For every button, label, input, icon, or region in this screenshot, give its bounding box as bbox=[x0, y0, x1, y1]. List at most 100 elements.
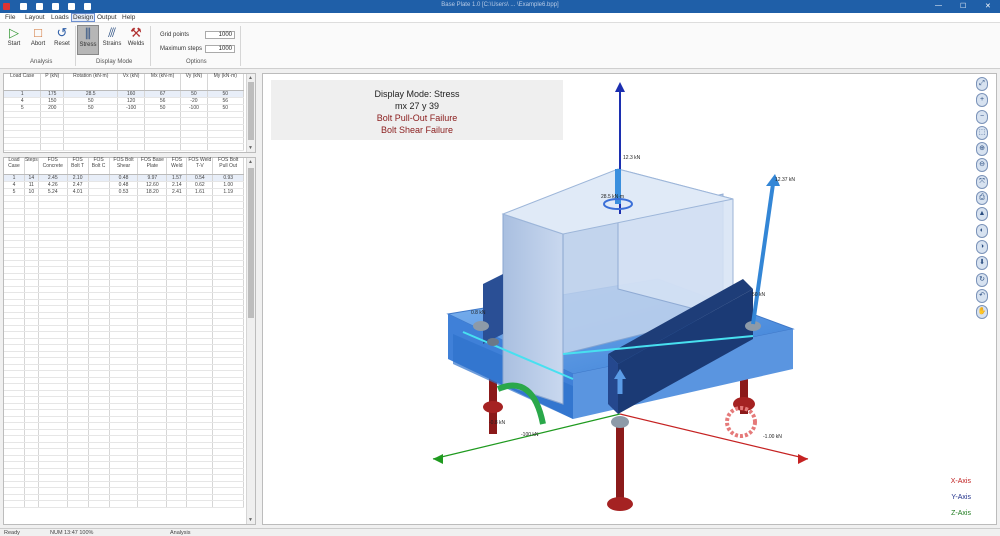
scroll-down-icon[interactable]: ▼ bbox=[248, 517, 253, 523]
scroll-down-icon[interactable]: ▼ bbox=[248, 145, 253, 151]
table-cell: 0.62 bbox=[186, 181, 214, 189]
table-cell bbox=[63, 143, 119, 151]
table-cell bbox=[207, 143, 244, 151]
table-cell: 67 bbox=[144, 90, 182, 98]
results-header: FOS Base Plate bbox=[137, 157, 168, 175]
table-cell: 10 bbox=[24, 188, 39, 196]
loads-header: Rotation (kN·m) bbox=[63, 73, 119, 91]
table-cell: 50 bbox=[144, 104, 182, 112]
scroll-up-icon[interactable]: ▲ bbox=[248, 159, 253, 165]
table-row[interactable] bbox=[4, 500, 244, 508]
table-cell: 0.54 bbox=[186, 174, 214, 182]
table-row[interactable]: 5 200 50 -100 50 -100 50 bbox=[4, 104, 244, 112]
table-cell: 50 bbox=[207, 104, 244, 112]
scroll-thumb[interactable] bbox=[248, 82, 254, 140]
legend-x-axis: X-Axis bbox=[950, 478, 971, 485]
maximize-button[interactable]: ☐ bbox=[960, 2, 966, 10]
table-row[interactable]: 4 150 50 120 56 -20 56 bbox=[4, 97, 244, 105]
menu-output[interactable]: Output bbox=[97, 14, 117, 21]
status-middle: NUM 13:47 100% bbox=[50, 530, 94, 536]
max-steps-input[interactable]: 1000 bbox=[205, 45, 235, 53]
table-cell bbox=[88, 181, 110, 189]
menu-layout[interactable]: Layout bbox=[25, 14, 45, 21]
scroll-up-icon[interactable]: ▲ bbox=[248, 75, 253, 81]
model-viewport[interactable]: Display Mode: Stress mx 27 y 39 Bolt Pul… bbox=[262, 73, 997, 525]
zoom-window-icon[interactable]: ⬚ bbox=[976, 125, 988, 140]
results-header: FOS Concrete bbox=[38, 157, 68, 175]
table-cell: 0.93 bbox=[212, 174, 244, 182]
results-table-scrollbar[interactable]: ▲ ▼ bbox=[246, 158, 255, 524]
menu-loads[interactable]: Loads bbox=[51, 14, 69, 21]
status-right: Analysis bbox=[170, 530, 191, 536]
table-cell: 1.57 bbox=[166, 174, 188, 182]
start-button[interactable]: ▷ Start bbox=[3, 25, 25, 55]
rotate-right-icon[interactable]: ◑ bbox=[976, 239, 988, 254]
force-top-label: 12.3 kN bbox=[623, 155, 641, 161]
loads-table: Load Case P (kN) Rotation (kN·m) Vx (kN) Mx … bbox=[4, 73, 244, 151]
left-value-label: 0.8 kN bbox=[471, 310, 486, 316]
table-cell: 9.97 bbox=[137, 174, 168, 182]
table-row[interactable]: 5 10 5.24 4.01 0.53 18.20 2.41 1.61 1.19 bbox=[4, 188, 244, 196]
menu-bar: File Layout Loads Design Output Help bbox=[0, 13, 1000, 23]
rotate-up-icon[interactable]: ▲ bbox=[976, 207, 988, 222]
spin-icon[interactable]: ↻ bbox=[976, 272, 988, 287]
table-cell: 5.24 bbox=[38, 188, 68, 196]
results-header: FOS Bolt T bbox=[67, 157, 89, 175]
table-cell: 5 bbox=[4, 104, 42, 112]
scroll-thumb[interactable] bbox=[248, 168, 254, 318]
table-row[interactable]: 4 11 4.26 2.47 0.48 12.60 2.14 0.62 1.00 bbox=[4, 181, 244, 189]
abort-button[interactable]: □ Abort bbox=[27, 25, 49, 55]
table-cell: 2.10 bbox=[67, 174, 89, 182]
strains-icon: ⫻ bbox=[108, 25, 116, 40]
menu-design[interactable]: Design bbox=[71, 13, 96, 22]
table-cell: 1 bbox=[4, 90, 42, 98]
grid-points-input[interactable]: 1000 bbox=[205, 31, 235, 39]
minimize-button[interactable]: — bbox=[935, 2, 942, 9]
stress-label: Stress bbox=[79, 42, 97, 48]
ribbon: ▷ Start □ Abort ↺ Reset Analysis ⫼ Stres… bbox=[0, 23, 1000, 69]
results-header: Load Case bbox=[4, 157, 25, 175]
loads-table-scrollbar[interactable]: ▲ ▼ bbox=[246, 74, 255, 152]
table-cell: 200 bbox=[40, 104, 65, 112]
pan-icon[interactable]: ✋ bbox=[976, 305, 988, 320]
table-cell: -100 bbox=[117, 104, 145, 112]
undo-view-icon[interactable]: ↶ bbox=[976, 288, 988, 303]
zoom-out-icon[interactable]: − bbox=[976, 109, 988, 124]
table-row[interactable]: 1 14 2.45 2.10 0.48 9.97 1.57 0.54 0.93 bbox=[4, 174, 244, 182]
right-small-label: 50 kN bbox=[752, 292, 765, 298]
rotate-left-icon[interactable]: ◐ bbox=[976, 223, 988, 238]
rotate-down-icon[interactable]: ⬇ bbox=[976, 256, 988, 271]
table-cell: -100 bbox=[180, 104, 208, 112]
table-cell: 18.20 bbox=[137, 188, 168, 196]
table-row[interactable] bbox=[4, 143, 244, 151]
play-icon: ▷ bbox=[9, 25, 19, 40]
welds-button[interactable]: ⚒ Welds bbox=[125, 25, 147, 55]
strains-button[interactable]: ⫻ Strains bbox=[101, 25, 123, 55]
results-header: FOS Bolt C bbox=[88, 157, 110, 175]
strains-label: Strains bbox=[102, 41, 122, 47]
torque-top-label: 28.5 kN·m bbox=[601, 194, 624, 200]
table-cell bbox=[186, 500, 214, 508]
table-cell bbox=[38, 500, 68, 508]
results-table: Load Case Steps FOS Concrete FOS Bolt T FOS … bbox=[4, 157, 244, 508]
table-cell: 50 bbox=[63, 104, 119, 112]
table-cell: 50 bbox=[63, 97, 119, 105]
zoom-in-icon[interactable]: + bbox=[976, 93, 988, 108]
table-row[interactable]: 1 175 28.5 160 67 50 50 bbox=[4, 90, 244, 98]
zoom-fit-icon[interactable]: ⤢ bbox=[976, 77, 988, 91]
reset-button[interactable]: ↺ Reset bbox=[51, 25, 73, 55]
menu-help[interactable]: Help bbox=[122, 14, 135, 21]
ribbon-separator bbox=[150, 26, 151, 66]
menu-file[interactable]: File bbox=[5, 14, 15, 21]
grid-points-label: Grid points bbox=[160, 32, 190, 38]
close-button[interactable]: ✕ bbox=[985, 2, 991, 10]
zoom-extents-icon[interactable]: ⤧ bbox=[976, 174, 988, 189]
table-cell bbox=[4, 143, 42, 151]
abort-label: Abort bbox=[30, 41, 46, 47]
table-cell bbox=[117, 143, 145, 151]
table-cell: 0.48 bbox=[109, 174, 139, 182]
print-icon[interactable]: ⎙ bbox=[976, 191, 988, 206]
stress-button[interactable]: ⫼ Stress bbox=[77, 25, 99, 55]
zoom-plus-icon[interactable]: ⊕ bbox=[976, 142, 988, 157]
zoom-minus-icon[interactable]: ⊖ bbox=[976, 158, 988, 173]
